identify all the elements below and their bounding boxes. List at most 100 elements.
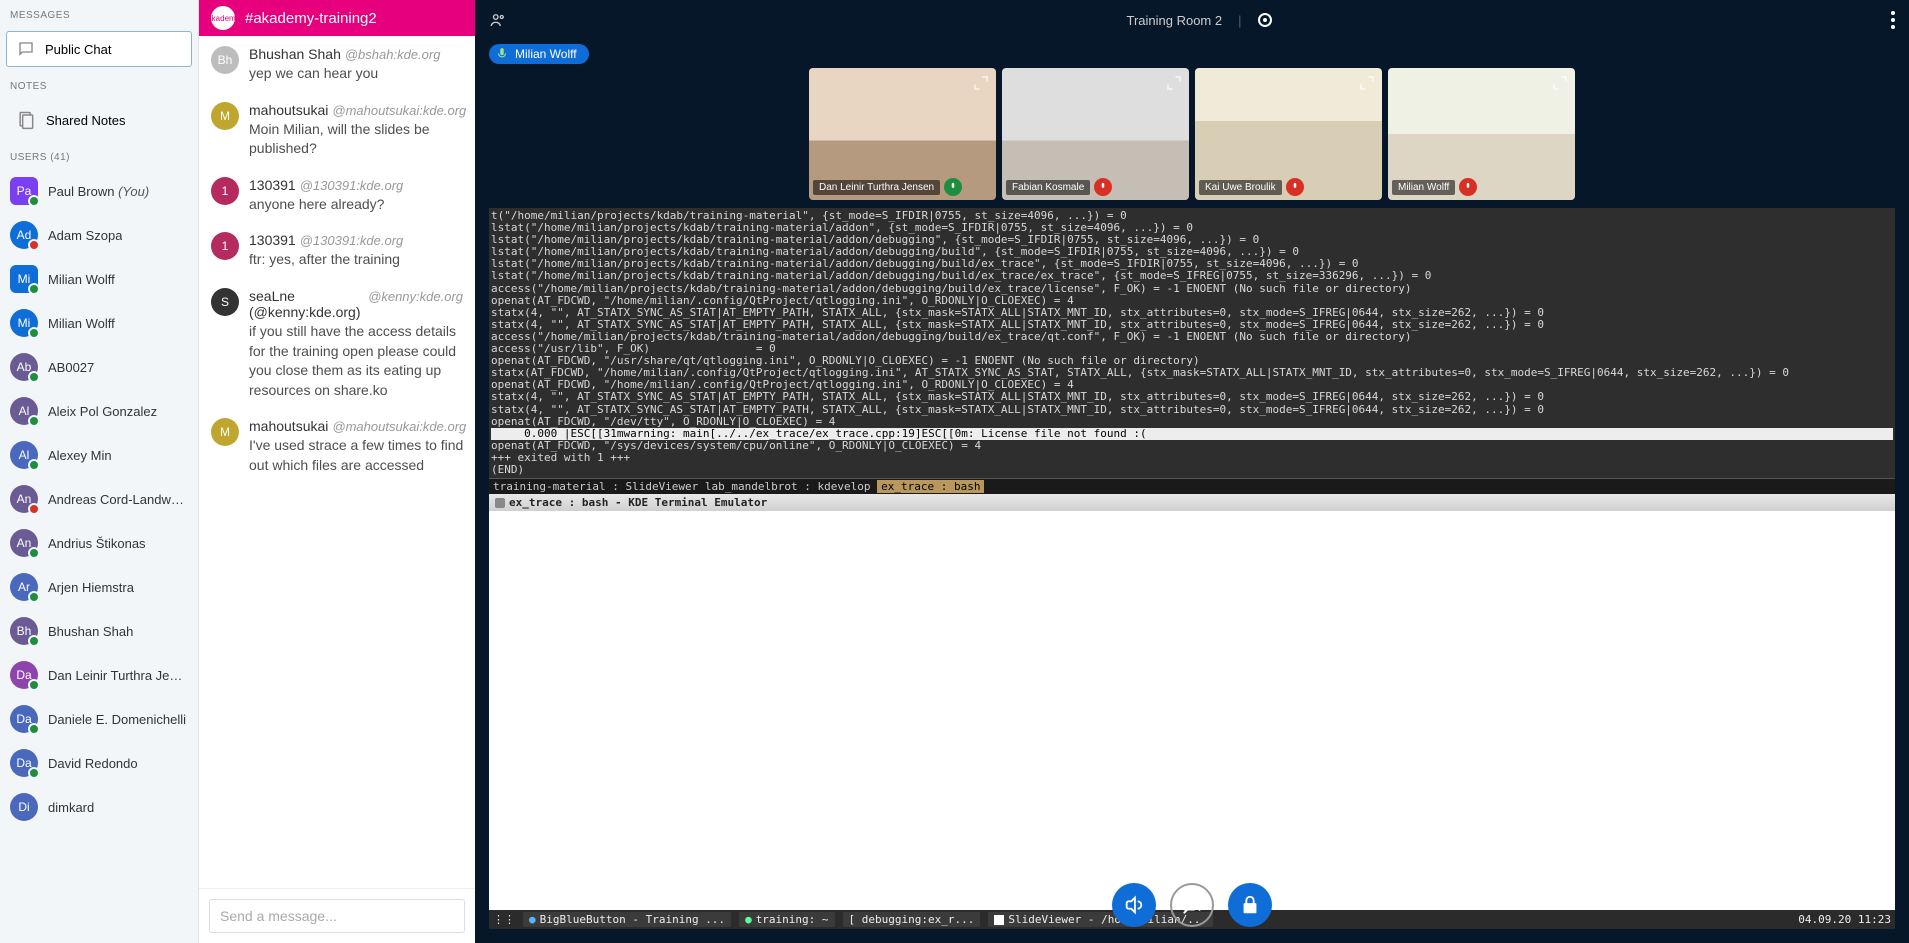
message-handle: @mahoutsukai:kde.org xyxy=(332,103,466,118)
chat-message: BhBhushan Shah@bshah:kde.orgyep we can h… xyxy=(211,46,463,84)
shared-notes-item[interactable]: Shared Notes xyxy=(6,102,192,138)
user-avatar: Bh xyxy=(10,617,38,645)
taskbar-task: ●BigBlueButton - Training ... xyxy=(523,912,731,927)
window-title: ex_trace : bash - KDE Terminal Emulator xyxy=(509,496,767,509)
video-tile[interactable]: Dan Leinir Turthra Jensen xyxy=(809,68,996,200)
video-tile[interactable]: Kai Uwe Broulik xyxy=(1195,68,1382,200)
user-avatar: Mi xyxy=(10,265,38,293)
chat-message: 1130391@130391:kde.organyone here alread… xyxy=(211,177,463,215)
message-handle: @kenny:kde.org xyxy=(368,289,463,304)
audio-button[interactable] xyxy=(1112,883,1156,927)
record-icon[interactable] xyxy=(1258,13,1272,27)
public-chat-label: Public Chat xyxy=(45,42,111,57)
user-avatar: Al xyxy=(10,441,38,469)
camera-button[interactable] xyxy=(1170,883,1214,927)
user-avatar: Da xyxy=(10,661,38,689)
user-row[interactable]: DaDan Leinir Turthra Jensen xyxy=(0,653,198,697)
chat-message: Mmahoutsukai@mahoutsukai:kde.orgI've use… xyxy=(211,418,463,475)
sidebar: MESSAGES Public Chat NOTES Shared Notes … xyxy=(0,0,199,943)
mic-off-icon xyxy=(1286,178,1304,196)
user-avatar: An xyxy=(10,485,38,513)
video-name-label: Kai Uwe Broulik xyxy=(1199,180,1282,195)
user-name-label: dimkard xyxy=(48,800,94,815)
user-row[interactable]: MiMilian Wolff xyxy=(0,301,198,345)
message-input[interactable] xyxy=(209,899,465,933)
user-row[interactable]: PaPaul Brown (You) xyxy=(0,169,198,213)
status-badge xyxy=(28,591,40,603)
lock-button[interactable] xyxy=(1228,883,1272,927)
user-name-label: Arjen Hiemstra xyxy=(48,580,134,595)
user-row[interactable]: AbAB0027 xyxy=(0,345,198,389)
message-avatar: 1 xyxy=(211,232,239,260)
terminal-tab-inactive: training-material : SlideViewer lab_mand… xyxy=(493,480,877,493)
message-text: if you still have the access details for… xyxy=(249,322,463,400)
taskbar-task: ●training: ~ xyxy=(739,912,834,927)
room-title: Training Room 2 xyxy=(1126,13,1222,28)
mic-on-icon xyxy=(944,178,962,196)
message-handle: @130391:kde.org xyxy=(300,233,404,248)
presenter-pill[interactable]: Milian Wolff xyxy=(489,44,589,64)
terminal-tabs: training-material : SlideViewer lab_mand… xyxy=(489,478,1895,494)
chat-messages[interactable]: BhBhushan Shah@bshah:kde.orgyep we can h… xyxy=(199,36,475,888)
user-avatar: Ar xyxy=(10,573,38,601)
channel-title: #akademy-training2 xyxy=(245,10,377,27)
user-row[interactable]: AlAleix Pol Gonzalez xyxy=(0,389,198,433)
user-row[interactable]: DaDaniele E. Domenichelli xyxy=(0,697,198,741)
terminal-app-icon xyxy=(495,498,505,508)
terminal-output: t("/home/milian/projects/kdab/training-m… xyxy=(489,208,1895,478)
editor-area xyxy=(489,511,1895,910)
message-avatar: S xyxy=(211,288,239,316)
user-row[interactable]: Bh Bhushan Shah xyxy=(0,609,198,653)
taskbar-task: [ debugging:ex_r... xyxy=(843,912,981,927)
video-tile[interactable]: Milian Wolff xyxy=(1388,68,1575,200)
message-handle: @130391:kde.org xyxy=(300,178,404,193)
user-avatar: Da xyxy=(10,749,38,777)
user-name-label: David Redondo xyxy=(48,756,138,771)
user-row[interactable]: Da David Redondo xyxy=(0,741,198,785)
user-name-label: Paul Brown (You) xyxy=(48,184,149,199)
main-area: Training Room 2 | Milian Wolff Dan Leini… xyxy=(475,0,1909,943)
status-badge xyxy=(28,767,40,779)
user-avatar: Mi xyxy=(10,309,38,337)
public-chat-item[interactable]: Public Chat xyxy=(6,31,192,67)
status-badge xyxy=(28,327,40,339)
message-author: 130391 xyxy=(249,177,296,193)
status-badge xyxy=(28,635,40,647)
expand-icon[interactable] xyxy=(1165,74,1183,92)
user-row[interactable]: AlAlexey Min xyxy=(0,433,198,477)
message-handle: @mahoutsukai:kde.org xyxy=(332,419,466,434)
options-menu-button[interactable] xyxy=(1891,11,1895,29)
message-text: Moin Milian, will the slides be publishe… xyxy=(249,120,466,159)
message-author: mahoutsukai xyxy=(249,102,328,118)
user-row[interactable]: AdAdam Szopa xyxy=(0,213,198,257)
message-author: 130391 xyxy=(249,232,296,248)
chat-message: 1130391@130391:kde.orgftr: yes, after th… xyxy=(211,232,463,270)
expand-icon[interactable] xyxy=(972,74,990,92)
status-badge xyxy=(28,283,40,295)
expand-icon[interactable] xyxy=(1358,74,1376,92)
user-row[interactable]: AnAndrius Štikonas xyxy=(0,521,198,565)
user-name-label: Bhushan Shah xyxy=(48,624,133,639)
status-badge xyxy=(28,459,40,471)
user-row[interactable]: An Andreas Cord-Landwehr xyxy=(0,477,198,521)
user-name-label: Andreas Cord-Landwehr xyxy=(48,492,188,507)
user-row[interactable]: Ar Arjen Hiemstra xyxy=(0,565,198,609)
expand-icon[interactable] xyxy=(1551,74,1569,92)
mic-off-icon xyxy=(1094,178,1112,196)
video-name-label: Dan Leinir Turthra Jensen xyxy=(813,180,940,195)
video-tile[interactable]: Fabian Kosmale xyxy=(1002,68,1189,200)
user-name-label: Milian Wolff xyxy=(48,272,115,287)
user-row[interactable]: Didimkard xyxy=(0,785,198,829)
user-row[interactable]: Mi Milian Wolff xyxy=(0,257,198,301)
users-icon[interactable] xyxy=(489,11,507,29)
user-name-label: Aleix Pol Gonzalez xyxy=(48,404,157,419)
message-author: mahoutsukai xyxy=(249,418,328,434)
chat-input-area xyxy=(199,888,475,943)
screen-share: t("/home/milian/projects/kdab/training-m… xyxy=(489,208,1895,929)
status-badge xyxy=(28,415,40,427)
presenter-name: Milian Wolff xyxy=(515,47,577,61)
status-badge xyxy=(28,371,40,383)
note-icon xyxy=(16,110,36,130)
taskbar-clock: 04.09.20 11:23 xyxy=(1798,913,1891,926)
mic-off-icon xyxy=(1459,178,1477,196)
